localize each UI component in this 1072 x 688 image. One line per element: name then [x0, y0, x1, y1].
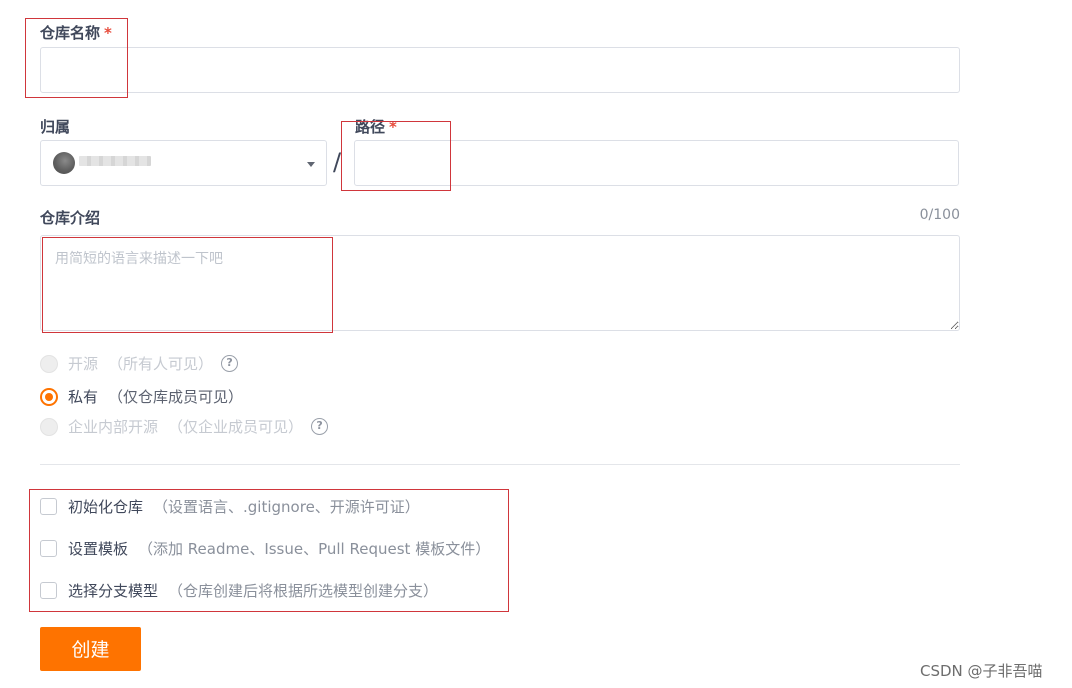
- branch-model-checkbox[interactable]: [40, 582, 57, 599]
- required-mark: *: [104, 24, 112, 42]
- repo-name-label: 仓库名称 *: [40, 22, 112, 43]
- repo-name-input[interactable]: [40, 47, 960, 93]
- avatar: [53, 152, 75, 174]
- description-char-counter: 0/100: [919, 207, 960, 223]
- watermark: CSDN @子非吾喵: [920, 662, 1043, 680]
- description-label: 仓库介绍: [40, 209, 101, 227]
- option-hint: （添加 Readme、Issue、Pull Request 模板文件）: [138, 540, 491, 558]
- chevron-down-icon: [307, 162, 315, 167]
- question-circle-icon[interactable]: ?: [221, 355, 239, 372]
- path-input[interactable]: [354, 140, 959, 186]
- template-checkbox[interactable]: [40, 540, 57, 557]
- visibility-label: 开源: [68, 355, 99, 373]
- option-label: 初始化仓库: [68, 498, 144, 516]
- option-hint: （设置语言、.gitignore、开源许可证）: [153, 498, 420, 516]
- radio-enterprise[interactable]: [40, 417, 58, 436]
- visibility-hint: （仅企业成员可见）: [168, 418, 304, 436]
- visibility-label: 企业内部开源: [68, 418, 159, 436]
- owner-select[interactable]: [40, 140, 327, 186]
- template-option[interactable]: 设置模板 （添加 Readme、Issue、Pull Request 模板文件）: [40, 538, 490, 559]
- visibility-option-enterprise[interactable]: 企业内部开源 （仅企业成员可见） ?: [40, 416, 329, 437]
- owner-name-redacted: [79, 156, 151, 166]
- init-repo-option[interactable]: 初始化仓库 （设置语言、.gitignore、开源许可证）: [40, 496, 420, 517]
- option-label: 设置模板: [68, 540, 129, 558]
- option-hint: （仓库创建后将根据所选模型创建分支）: [168, 582, 439, 600]
- path-label: 路径 *: [355, 116, 397, 137]
- visibility-hint: （所有人可见）: [108, 355, 214, 373]
- divider: [40, 464, 960, 465]
- visibility-label: 私有: [68, 388, 99, 406]
- init-repo-checkbox[interactable]: [40, 498, 57, 515]
- question-circle-icon[interactable]: ?: [311, 418, 329, 435]
- radio-public[interactable]: [40, 354, 58, 373]
- visibility-option-private[interactable]: 私有 （仅仓库成员可见）: [40, 386, 243, 407]
- description-textarea[interactable]: [40, 235, 960, 331]
- path-separator: /: [333, 148, 342, 176]
- repo-name-label-text: 仓库名称: [40, 24, 101, 42]
- required-mark: *: [389, 118, 397, 136]
- radio-private[interactable]: [40, 387, 58, 406]
- path-label-text: 路径: [355, 118, 386, 136]
- option-label: 选择分支模型: [68, 582, 159, 600]
- branch-model-option[interactable]: 选择分支模型 （仓库创建后将根据所选模型创建分支）: [40, 580, 438, 601]
- visibility-option-public[interactable]: 开源 （所有人可见） ?: [40, 353, 239, 374]
- create-button[interactable]: 创建: [40, 627, 141, 671]
- owner-label: 归属: [40, 118, 71, 136]
- visibility-hint: （仅仓库成员可见）: [108, 388, 244, 406]
